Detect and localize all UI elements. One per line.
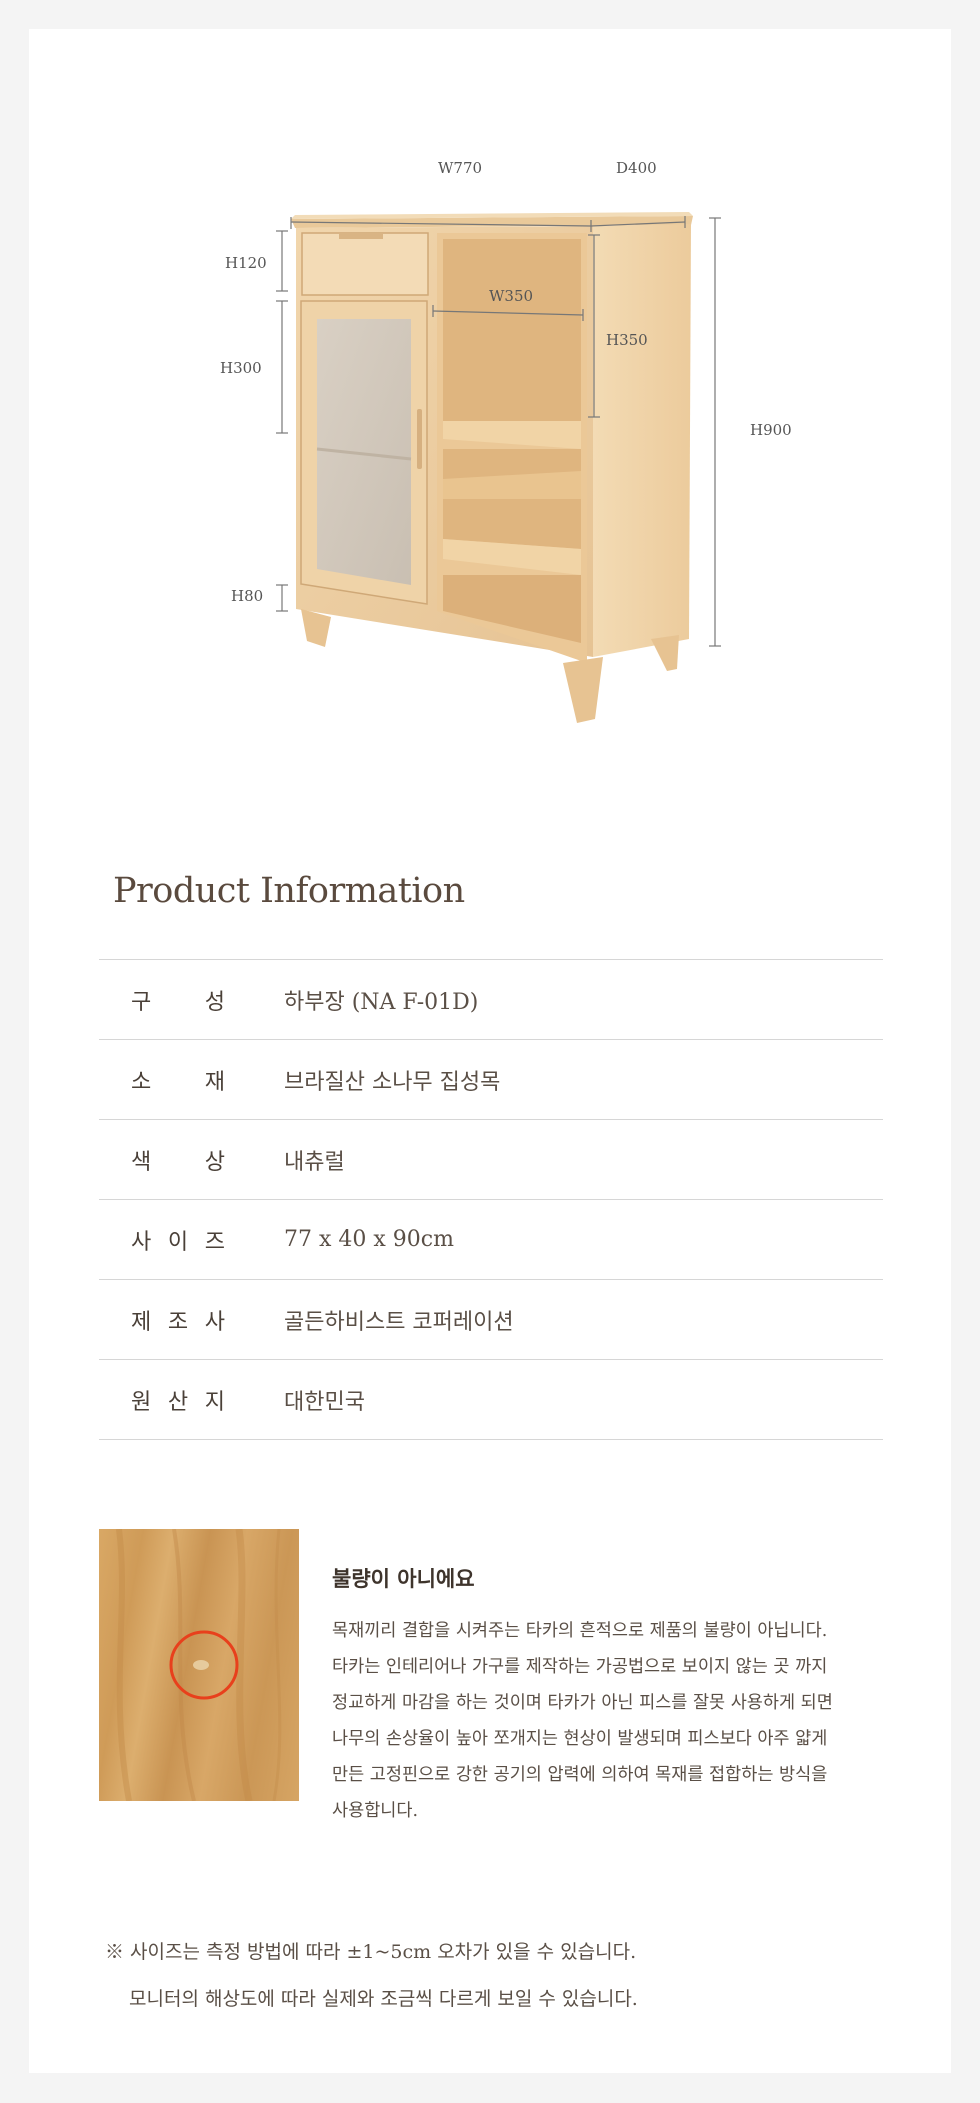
- info-label: 원 산 지: [131, 1384, 225, 1416]
- info-row-manufacturer: 제 조 사 골든하비스트 코퍼레이션: [99, 1280, 883, 1360]
- dim-w350: W350: [489, 287, 534, 305]
- product-info-table: 구 성 하부장 (NA F-01D) 소 재 브라질산 소나무 집성목 색 상 …: [99, 959, 883, 1440]
- info-label-char: 구: [131, 989, 152, 1015]
- info-label-char: 지: [204, 1389, 225, 1415]
- notice-line: 정교하게 마감을 하는 것이며 타카가 아닌 피스를 잘못 사용하게 되면: [332, 1693, 833, 1713]
- cabinet-illustration: [276, 212, 721, 723]
- dim-h80: H80: [231, 587, 264, 605]
- info-label-char: 사: [131, 1229, 152, 1255]
- info-label-char: 사: [204, 1309, 225, 1335]
- footnote-monitor: 모니터의 해상도에 따라 실제와 조금씩 다르게 보일 수 있습니다.: [129, 1988, 638, 2010]
- info-label-char: 원: [131, 1389, 152, 1415]
- dimension-diagram: W770 D400 H120 H300 W350 H350 H900 H80: [29, 29, 951, 789]
- dim-w770: W770: [438, 159, 483, 177]
- dim-h300: H300: [220, 359, 262, 377]
- info-value: 77 x 40 x 90cm: [284, 1227, 454, 1252]
- info-label-char: 소: [131, 1069, 152, 1095]
- wood-closeup-image: [99, 1529, 299, 1801]
- info-row-color: 색 상 내츄럴: [99, 1120, 883, 1200]
- info-value: 하부장 (NA F-01D): [284, 989, 479, 1015]
- footnote-size-tolerance: ※ 사이즈는 측정 방법에 따라 ±1~5cm 오차가 있을 수 있습니다.: [105, 1941, 637, 1963]
- info-row-composition: 구 성 하부장 (NA F-01D): [99, 960, 883, 1040]
- info-value: 브라질산 소나무 집성목: [284, 1069, 501, 1095]
- info-label-char: 이: [167, 1229, 189, 1255]
- info-label-char: 조: [167, 1309, 189, 1335]
- info-row-material: 소 재 브라질산 소나무 집성목: [99, 1040, 883, 1120]
- info-label-char: 제: [131, 1309, 152, 1335]
- info-label-char: 산: [167, 1389, 189, 1415]
- info-label-char: 성: [204, 989, 225, 1015]
- info-label-char: 즈: [204, 1229, 225, 1255]
- notice-line: 나무의 손상율이 높아 쪼개지는 현상이 발생되며 피스보다 아주 얇게: [332, 1729, 828, 1749]
- info-label: 색 상: [131, 1144, 225, 1176]
- notice-line: 타카는 인테리어나 가구를 제작하는 가공법으로 보이지 않는 곳 까지: [332, 1657, 828, 1677]
- info-value: 대한민국: [284, 1389, 365, 1415]
- info-label-char: 상: [204, 1149, 225, 1175]
- info-label: 소 재: [131, 1064, 225, 1096]
- notice-title: 불량이 아니에요: [332, 1567, 475, 1591]
- info-label-char: 재: [204, 1069, 225, 1095]
- dim-h120: H120: [225, 254, 267, 272]
- info-row-size: 사 이 즈 77 x 40 x 90cm: [99, 1200, 883, 1280]
- info-row-origin: 원 산 지 대한민국: [99, 1360, 883, 1440]
- info-label: 사 이 즈: [131, 1224, 225, 1256]
- detail-page: W770 D400 H120 H300 W350 H350 H900 H80 P…: [29, 29, 951, 2073]
- notice-body: 목재끼리 결합을 시켜주는 타카의 흔적으로 제품의 불량이 아닙니다. 타카는…: [332, 1613, 922, 1829]
- notice-line: 목재끼리 결합을 시켜주는 타카의 흔적으로 제품의 불량이 아닙니다.: [332, 1621, 828, 1641]
- notice-line: 만든 고정핀으로 강한 공기의 압력에 의하여 목재를 접합하는 방식을: [332, 1765, 828, 1785]
- notice-line: 사용합니다.: [332, 1801, 419, 1821]
- dim-h350: H350: [606, 331, 648, 349]
- info-label: 제 조 사: [131, 1304, 225, 1336]
- dim-h900: H900: [750, 421, 792, 439]
- info-value: 내츄럴: [284, 1149, 345, 1175]
- info-value: 골든하비스트 코퍼레이션: [284, 1309, 514, 1335]
- info-label: 구 성: [131, 984, 225, 1016]
- dim-d400: D400: [616, 159, 657, 177]
- product-info-title: Product Information: [113, 871, 465, 911]
- info-label-char: 색: [131, 1149, 152, 1175]
